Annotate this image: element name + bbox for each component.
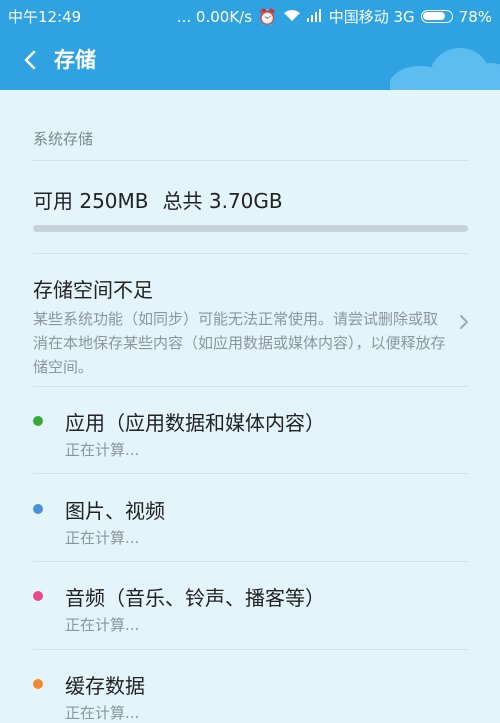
category-color-dot: [33, 504, 43, 514]
total-space: 总共 3.70GB: [162, 189, 283, 213]
category-status: 正在计算...: [65, 616, 140, 634]
divider: [33, 253, 468, 254]
category-audio[interactable]: 音频（音乐、铃声、播客等） 正在计算...: [33, 582, 468, 634]
category-cache[interactable]: 缓存数据 正在计算...: [33, 670, 468, 722]
divider: [33, 160, 468, 161]
category-label: 缓存数据: [65, 674, 145, 698]
storage-content: 系统存储 可用 250MB 总共 3.70GB 存储空间不足 某些系统功能（如同步…: [0, 90, 500, 722]
back-button[interactable]: [18, 47, 44, 73]
category-label: 音频（音乐、铃声、播客等）: [65, 586, 325, 610]
low-storage-warning[interactable]: 存储空间不足 某些系统功能（如同步）可能无法正常使用。请尝试删除或取消在本地保存…: [33, 274, 448, 379]
status-bar: 中午12:49 ... 0.00K/s ⏰ 中国移动 3G 78%: [0, 0, 500, 30]
battery-percent: 78%: [458, 7, 492, 26]
signal-icon: [306, 8, 323, 26]
category-images-videos[interactable]: 图片、视频 正在计算...: [33, 495, 468, 547]
divider: [33, 473, 468, 474]
divider: [33, 386, 468, 387]
divider: [33, 561, 468, 562]
battery-icon: [420, 10, 453, 23]
storage-usage: 可用 250MB 总共 3.70GB: [33, 185, 283, 214]
back-arrow-icon: [24, 50, 36, 70]
warning-title: 存储空间不足: [33, 278, 153, 302]
section-label-system-storage: 系统存储: [33, 130, 94, 148]
carrier-name: 中国移动 3G: [328, 8, 415, 26]
category-color-dot: [33, 591, 43, 601]
category-apps[interactable]: 应用（应用数据和媒体内容） 正在计算...: [33, 407, 468, 459]
category-status: 正在计算...: [65, 441, 140, 459]
divider: [33, 649, 468, 650]
app-header: 存储: [0, 30, 500, 90]
category-status: 正在计算...: [65, 529, 140, 547]
status-time: 中午12:49: [8, 8, 82, 26]
category-label: 应用（应用数据和媒体内容）: [65, 411, 325, 435]
available-space: 可用 250MB: [33, 189, 149, 213]
wifi-icon: [283, 8, 301, 26]
cloud-decoration-icon: [390, 48, 500, 90]
category-color-dot: [33, 679, 43, 689]
category-color-dot: [33, 416, 43, 426]
warning-description: 某些系统功能（如同步）可能无法正常使用。请尝试删除或取消在本地保存某些内容（如应…: [33, 310, 446, 376]
category-status: 正在计算...: [65, 704, 140, 722]
alarm-icon: ⏰: [258, 7, 277, 26]
chevron-right-icon: [460, 315, 468, 329]
storage-usage-bar: [33, 225, 468, 232]
status-indicators: ... 0.00K/s ⏰ 中国移动 3G 78%: [177, 6, 492, 27]
network-speed: ... 0.00K/s: [176, 7, 253, 26]
page-title: 存储: [54, 48, 96, 72]
category-label: 图片、视频: [65, 499, 165, 523]
